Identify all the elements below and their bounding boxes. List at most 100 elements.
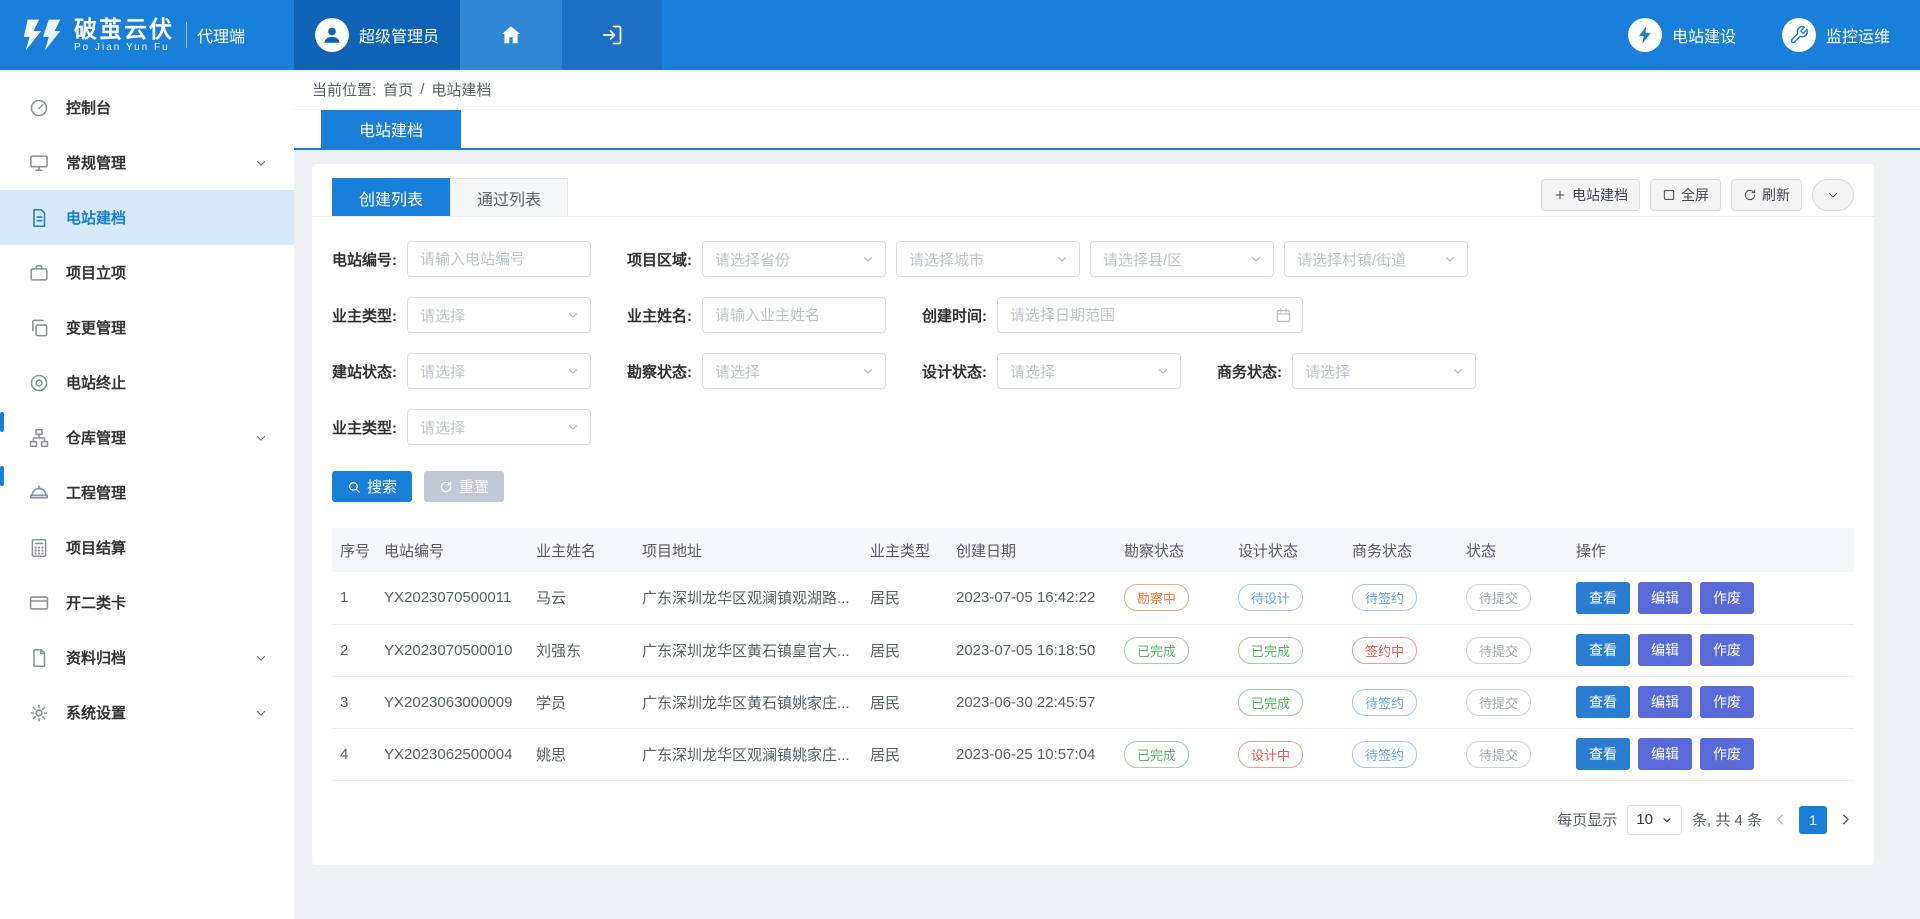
tab-passed-list[interactable]: 通过列表 — [450, 178, 568, 216]
district-select[interactable]: 请选择县/区 — [1090, 241, 1274, 277]
view-button[interactable]: 查看 — [1576, 634, 1630, 666]
void-button[interactable]: 作废 — [1700, 686, 1754, 718]
table-row: 1YX2023070500011马云广东深圳龙华区观澜镇观湖路...居民2023… — [332, 572, 1854, 624]
status-badge: 待提交 — [1466, 689, 1531, 716]
sidebar-item-system-settings[interactable]: 系统设置 — [0, 685, 294, 740]
nav-station-construction[interactable]: 电站建设 — [1628, 18, 1736, 52]
refresh-icon — [1743, 188, 1757, 202]
owner-type-label: 业主类型: — [332, 305, 397, 326]
chevron-down-icon — [1826, 188, 1840, 202]
archive-icon — [28, 647, 50, 669]
user-menu[interactable]: 超级管理员 — [294, 0, 460, 70]
survey-status-select[interactable]: 请选择 — [702, 353, 886, 389]
per-page-select[interactable]: 10 — [1627, 805, 1682, 835]
survey-status-cell — [1116, 676, 1230, 728]
edit-button[interactable]: 编辑 — [1638, 582, 1692, 614]
owner-type-select[interactable]: 请选择 — [407, 297, 591, 333]
void-button[interactable]: 作废 — [1700, 634, 1754, 666]
chevron-down-icon — [254, 651, 268, 665]
void-button[interactable]: 作废 — [1700, 738, 1754, 770]
breadcrumb-separator: / — [420, 81, 424, 98]
column-header: 商务状态 — [1344, 528, 1458, 572]
status-cell: 待提交 — [1458, 624, 1568, 676]
edit-button[interactable]: 编辑 — [1638, 686, 1692, 718]
sidebar-item-change-management[interactable]: 变更管理 — [0, 300, 294, 355]
refresh-button[interactable]: 刷新 — [1731, 179, 1802, 211]
date-range-input[interactable] — [1010, 307, 1275, 324]
sidebar-item-general-management[interactable]: 常规管理 — [0, 135, 294, 190]
city-select[interactable]: 请选择城市 — [896, 241, 1080, 277]
row-index: 1 — [332, 572, 376, 624]
owner-name-input[interactable] — [702, 297, 886, 333]
edit-button[interactable]: 编辑 — [1638, 634, 1692, 666]
page-tab-station-filing[interactable]: 电站建档 — [321, 110, 461, 148]
owner-name-label: 业主姓名: — [627, 305, 692, 326]
breadcrumb-home[interactable]: 首页 — [383, 79, 413, 100]
sidebar-item-data-archive[interactable]: 资料归档 — [0, 630, 294, 685]
design-status-cell: 待设计 — [1230, 572, 1344, 624]
build-status-select[interactable]: 请选择 — [407, 353, 591, 389]
column-header: 操作 — [1568, 528, 1854, 572]
content-panel: 创建列表通过列表 电站建档 全屏 刷新 — [312, 164, 1874, 865]
app-root: 破茧云伏 Po Jian Yun Fu 代理端 超级管理员 电站建设监控运维 控… — [0, 0, 1920, 919]
province-select[interactable]: 请选择省份 — [702, 241, 886, 277]
sidebar-item-label: 仓库管理 — [66, 427, 254, 448]
status-cell: 待提交 — [1458, 728, 1568, 780]
sidebar-item-label: 开二类卡 — [66, 592, 268, 613]
status-badge: 设计中 — [1238, 741, 1303, 768]
column-header: 设计状态 — [1230, 528, 1344, 572]
nav-monitoring-ops[interactable]: 监控运维 — [1782, 18, 1890, 52]
status-badge: 签约中 — [1352, 637, 1417, 664]
home-button[interactable] — [460, 0, 562, 70]
view-button[interactable]: 查看 — [1576, 686, 1630, 718]
chevron-down-icon — [1249, 252, 1263, 266]
owner-name: 刘强东 — [528, 624, 634, 676]
sidebar-item-engineering-management[interactable]: 工程管理 — [0, 465, 294, 520]
logo-divider — [186, 22, 187, 48]
sidebar-item-warehouse-management[interactable]: 仓库管理 — [0, 410, 294, 465]
status-cell: 待提交 — [1458, 572, 1568, 624]
avatar-icon — [315, 18, 349, 52]
chevron-down-icon — [566, 308, 580, 322]
page-number[interactable]: 1 — [1799, 806, 1827, 834]
search-button[interactable]: 搜索 — [332, 471, 412, 502]
sidebar-scroll-indicator — [0, 412, 4, 432]
next-page-button[interactable] — [1837, 811, 1854, 828]
create-station-button[interactable]: 电站建档 — [1541, 179, 1640, 211]
sidebar-item-project-settlement[interactable]: 项目结算 — [0, 520, 294, 575]
column-header: 业主姓名 — [528, 528, 634, 572]
collapse-filters-button[interactable] — [1812, 179, 1854, 211]
view-button[interactable]: 查看 — [1576, 582, 1630, 614]
create-time-range-picker[interactable] — [997, 297, 1303, 333]
logout-button[interactable] — [562, 0, 662, 70]
status-badge: 待签约 — [1352, 689, 1417, 716]
logo-title: 破茧云伏 — [74, 17, 174, 42]
project-address: 广东深圳龙华区观澜镇观湖路... — [634, 572, 862, 624]
table-header-row: 序号电站编号业主姓名项目地址业主类型创建日期勘察状态设计状态商务状态状态操作 — [332, 528, 1854, 572]
user-name: 超级管理员 — [359, 23, 439, 47]
tab-create-list[interactable]: 创建列表 — [332, 178, 450, 216]
station-no-input[interactable] — [407, 241, 591, 277]
fullscreen-button[interactable]: 全屏 — [1650, 179, 1721, 211]
owner-type: 居民 — [862, 676, 948, 728]
sidebar-item-class-two-card[interactable]: 开二类卡 — [0, 575, 294, 630]
void-button[interactable]: 作废 — [1700, 582, 1754, 614]
village-select[interactable]: 请选择村镇/街道 — [1284, 241, 1468, 277]
sidebar-item-label: 变更管理 — [66, 317, 268, 338]
sidebar-item-station-filing[interactable]: 电站建档 — [0, 190, 294, 245]
business-status-select[interactable]: 请选择 — [1292, 353, 1476, 389]
sitemap-icon — [28, 427, 50, 449]
station-no: YX2023070500011 — [376, 572, 528, 624]
sidebar-item-console[interactable]: 控制台 — [0, 80, 294, 135]
sidebar-item-station-termination[interactable]: 电站终止 — [0, 355, 294, 410]
page-tab-strip: 电站建档 — [294, 110, 1920, 150]
view-button[interactable]: 查看 — [1576, 738, 1630, 770]
owner-name: 姚思 — [528, 728, 634, 780]
reset-button[interactable]: 重置 — [424, 471, 504, 502]
prev-page-button[interactable] — [1772, 811, 1789, 828]
chevron-down-icon — [1661, 814, 1673, 826]
owner-type-2-select[interactable]: 请选择 — [407, 409, 591, 445]
design-status-select[interactable]: 请选择 — [997, 353, 1181, 389]
edit-button[interactable]: 编辑 — [1638, 738, 1692, 770]
sidebar-item-project-initiation[interactable]: 项目立项 — [0, 245, 294, 300]
